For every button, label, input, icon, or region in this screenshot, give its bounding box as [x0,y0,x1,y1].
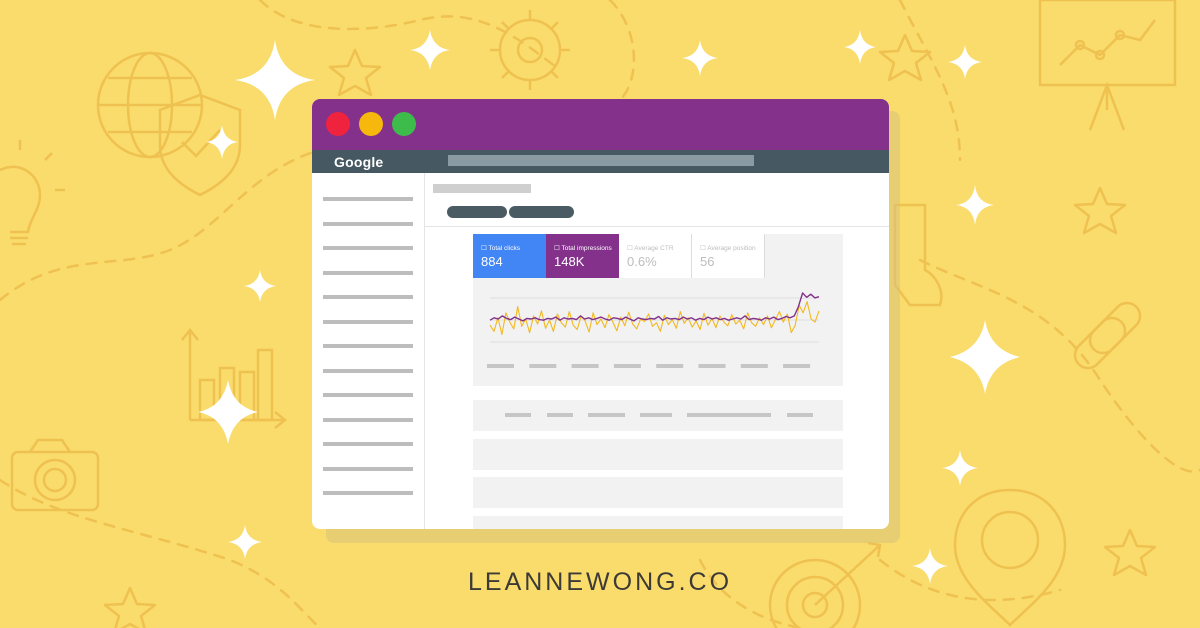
table-row[interactable] [473,439,843,470]
sidebar-item-placeholder[interactable] [323,442,413,446]
metric-total-clicks[interactable]: ☐ Total clicks 884 [473,234,546,278]
google-logo-text: Google [334,154,384,170]
column-header-placeholder[interactable] [547,413,573,417]
column-header-placeholder[interactable] [687,413,771,417]
metric-total-impressions[interactable]: ☐ Total impressions 148K [546,234,619,278]
sidebar-item-placeholder[interactable] [323,393,413,397]
column-header-placeholder[interactable] [505,413,531,417]
filter-pill[interactable] [509,206,574,218]
x-tick-label-placeholder [783,364,811,368]
metric-value: 884 [481,254,503,269]
x-tick-label-placeholder [740,364,768,368]
x-tick-label-placeholder [529,364,557,368]
globe-icon [96,51,204,159]
link-icon [1073,301,1142,370]
metric-label: ☐ Total impressions [554,245,612,252]
title-bar [312,99,889,150]
sidebar-item-placeholder[interactable] [323,344,413,348]
sidebar-item-placeholder[interactable] [323,246,413,250]
x-tick-label-placeholder [487,364,514,368]
x-tick-label-placeholder [656,364,684,368]
filter-pill[interactable] [447,206,507,218]
gear-icon [490,10,570,90]
metric-label: ☐ Average position [700,245,756,252]
sidebar-item-placeholder[interactable] [323,466,413,471]
sidebar-item-placeholder[interactable] [323,197,413,201]
camera-icon [10,438,100,512]
metric-value: 56 [700,254,715,269]
metric-label: ☐ Average CTR [627,245,674,252]
column-header-placeholder[interactable] [787,413,813,417]
column-header-placeholder[interactable] [640,413,672,417]
performance-report: ☐ Total clicks 884 ☐ Total impressions 1… [473,234,843,386]
table-header [473,400,843,431]
x-tick-label-placeholder [571,364,599,368]
sidebar [312,173,425,529]
metric-value: 148K [554,254,585,269]
sidebar-item-placeholder[interactable] [323,295,413,299]
sidebar-item-placeholder[interactable] [323,319,413,324]
series-line [489,301,820,336]
sidebar-item-placeholder[interactable] [323,270,413,275]
presentation-board-icon [1038,0,1177,131]
url-field-placeholder[interactable] [448,155,754,166]
sidebar-item-placeholder[interactable] [323,221,413,226]
metric-value: 0.6% [627,254,657,269]
page-title-placeholder [433,184,531,193]
sidebar-item-placeholder[interactable] [323,417,413,422]
lightbulb-icon [0,140,65,246]
x-tick-label-placeholder [698,364,726,368]
maximize-window-button[interactable] [392,112,416,136]
x-tick-label-placeholder [613,364,641,368]
sidebar-item-placeholder[interactable] [323,368,413,373]
sidebar-item-placeholder[interactable] [323,491,413,495]
browser-window: Google ☐ Total clicks 884 ☐ Total impres… [312,99,889,529]
column-header-placeholder[interactable] [588,413,625,417]
metric-average-position[interactable]: ☐ Average position 56 [692,234,765,278]
metric-average-ctr[interactable]: ☐ Average CTR 0.6% [619,234,692,278]
site-url: LEANNEWONG.CO [467,568,733,596]
address-bar: Google [312,150,889,173]
map-pin-icon [953,488,1067,627]
table-row[interactable] [473,516,843,529]
hand-pointer-icon [893,203,943,307]
page-header [425,173,889,227]
close-window-button[interactable] [326,112,350,136]
performance-line-chart [487,292,820,368]
minimize-window-button[interactable] [359,112,383,136]
metric-label: ☐ Total clicks [481,245,520,252]
table-row[interactable] [473,477,843,508]
